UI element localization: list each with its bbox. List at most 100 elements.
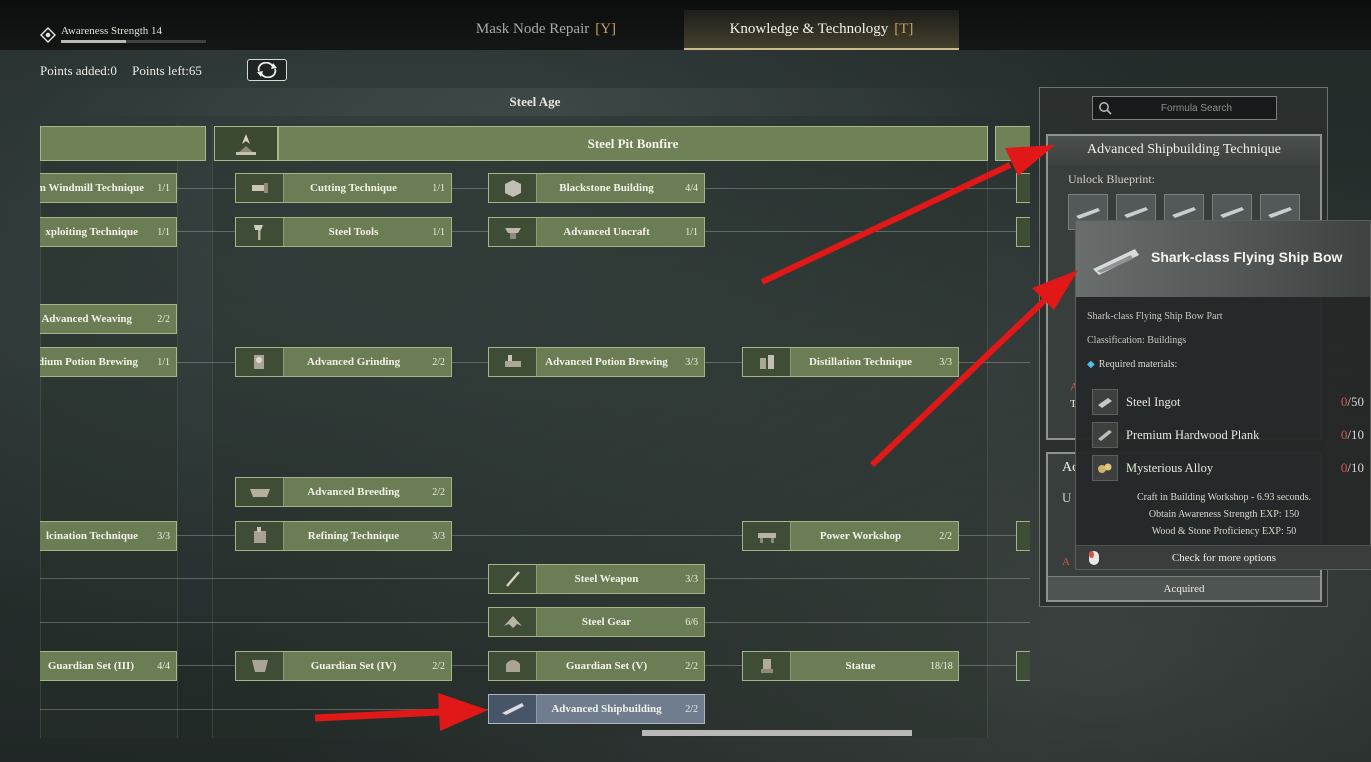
node-count: 3/3 xyxy=(939,356,952,368)
tech-node-cutting-technique[interactable]: Cutting Technique 1/1 xyxy=(235,173,452,203)
tech-node-stub[interactable] xyxy=(1016,217,1030,247)
card-label: U xyxy=(1062,490,1072,505)
node-count: 3/3 xyxy=(685,573,698,585)
node-count: 1/1 xyxy=(685,226,698,238)
gauntlet-icon xyxy=(489,608,537,636)
node-count: 1/1 xyxy=(157,182,170,194)
awareness-icon xyxy=(40,27,56,43)
node-label: Steel Gear xyxy=(581,616,632,628)
tab-label: Knowledge & Technology xyxy=(729,21,889,37)
stone-block-icon xyxy=(489,174,537,202)
tech-tree: Steel Age Steel Pit Bonfire ium Windmill… xyxy=(40,88,1030,738)
sword-icon xyxy=(489,565,537,593)
node-label: ium Windmill Technique xyxy=(40,182,144,194)
tooltip-footer[interactable]: Check for more options xyxy=(1076,545,1371,569)
node-count: 4/4 xyxy=(157,660,170,672)
armor-icon xyxy=(236,652,284,680)
material-row: Premium Hardwood Plank 0/10 xyxy=(1092,421,1364,449)
tech-node[interactable]: lcination Technique 3/3 xyxy=(40,521,177,551)
tech-node-advanced-uncraft[interactable]: Advanced Uncraft 1/1 xyxy=(488,217,705,247)
awareness-strength-label: Awareness Strength 14 xyxy=(61,25,163,37)
tab-mask-node-repair[interactable]: Mask Node Repair [Y] xyxy=(430,10,662,50)
tech-node-advanced-shipbuilding[interactable]: Advanced Shipbuilding 2/2 xyxy=(488,694,705,724)
awareness-progress-fill xyxy=(61,40,127,43)
node-count: 3/3 xyxy=(157,530,170,542)
node-icon-box xyxy=(1017,522,1030,550)
tech-node-power-workshop[interactable]: Power Workshop 2/2 xyxy=(742,521,959,551)
node-count: 2/2 xyxy=(939,530,952,542)
tech-node[interactable]: dium Potion Brewing 1/1 xyxy=(40,347,177,377)
mouse-icon xyxy=(1076,550,1112,566)
peek-text: A xyxy=(1062,556,1070,568)
exp-awareness: Obtain Awareness Strength EXP: 150 xyxy=(1148,509,1300,520)
tab-knowledge-technology[interactable]: Knowledge & Technology [T] xyxy=(684,10,959,50)
material-row: Steel Ingot 0/50 xyxy=(1092,388,1364,416)
node-label: Guardian Set (V) xyxy=(565,660,648,672)
tech-node-statue[interactable]: Statue 18/18 xyxy=(742,651,959,681)
node-label: dium Potion Brewing xyxy=(40,356,138,368)
tech-node-stub[interactable] xyxy=(1016,651,1030,681)
more-options-label: Check for more options xyxy=(1171,551,1277,564)
workbench-icon xyxy=(743,522,791,550)
exp-wood-stone: Wood & Stone Proficiency EXP: 50 xyxy=(1151,526,1297,537)
tech-node[interactable]: Guardian Set (III) 4/4 xyxy=(40,651,177,681)
refresh-icon xyxy=(257,62,277,78)
node-count: 1/1 xyxy=(157,226,170,238)
tech-node-refining-technique[interactable]: Refining Technique 3/3 xyxy=(235,521,452,551)
tech-title: Advanced Shipbuilding Technique xyxy=(1048,136,1320,166)
search-icon xyxy=(1093,101,1117,115)
tech-node-advanced-potion-brewing[interactable]: Advanced Potion Brewing 3/3 xyxy=(488,347,705,377)
node-count: 2/2 xyxy=(432,356,445,368)
node-count: 4/4 xyxy=(685,182,698,194)
tech-node[interactable]: Advanced Weaving 2/2 xyxy=(40,304,177,334)
tech-node-steel-weapon[interactable]: Steel Weapon 3/3 xyxy=(488,564,705,594)
node-label: Power Workshop xyxy=(819,530,902,542)
prev-age-bar xyxy=(40,126,206,161)
unlock-blueprint-label: Unlock Blueprint: xyxy=(1068,172,1155,186)
node-count: 2/2 xyxy=(685,703,698,715)
tech-node-stub[interactable] xyxy=(1016,521,1030,551)
material-row: Mysterious Alloy 0/10 xyxy=(1092,454,1364,482)
tech-node-advanced-breeding[interactable]: Advanced Breeding 2/2 xyxy=(235,477,452,507)
ingot-icon xyxy=(1092,389,1118,415)
ship-part-icon xyxy=(1172,207,1196,218)
tech-node[interactable]: xploiting Technique 1/1 xyxy=(40,217,177,247)
axe-icon xyxy=(236,218,284,246)
node-label: Advanced Grinding xyxy=(306,356,401,368)
tab-hotkey: [Y] xyxy=(595,21,617,37)
reset-points-button[interactable] xyxy=(247,59,287,81)
node-label: Refining Technique xyxy=(307,530,400,542)
steel-pit-bonfire-bar[interactable]: Steel Pit Bonfire xyxy=(278,126,988,161)
tech-node-steel-gear[interactable]: Steel Gear 6/6 xyxy=(488,607,705,637)
tech-node-advanced-grinding[interactable]: Advanced Grinding 2/2 xyxy=(235,347,452,377)
tab-label: Mask Node Repair xyxy=(475,21,590,37)
required-materials-label: ◆ Required materials: xyxy=(1087,359,1177,370)
tech-node-steel-tools[interactable]: Steel Tools 1/1 xyxy=(235,217,452,247)
node-count: 2/2 xyxy=(685,660,698,672)
ship-part-icon xyxy=(1220,207,1244,218)
tech-node-blackstone-building[interactable]: Blackstone Building 4/4 xyxy=(488,173,705,203)
ship-bow-icon xyxy=(1086,233,1146,285)
item-classification: Classification: Buildings xyxy=(1087,335,1187,346)
tech-node-guardian-set-iv[interactable]: Guardian Set (IV) 2/2 xyxy=(235,651,452,681)
horizontal-scrollbar[interactable] xyxy=(642,730,912,736)
node-label: Steel Tools xyxy=(328,226,379,238)
tech-node[interactable]: ium Windmill Technique 1/1 xyxy=(40,173,177,203)
brewing-stand-icon xyxy=(489,348,537,376)
tech-node-guardian-set-v[interactable]: Guardian Set (V) 2/2 xyxy=(488,651,705,681)
node-count: 3/3 xyxy=(685,356,698,368)
node-count: 2/2 xyxy=(432,486,445,498)
node-label: Distillation Technique xyxy=(808,356,912,368)
item-description: Shark-class Flying Ship Bow Part xyxy=(1087,311,1223,322)
grinder-icon xyxy=(236,348,284,376)
age-title: Steel Age xyxy=(40,88,1030,116)
material-need: /50 xyxy=(1347,394,1364,409)
node-icon-box xyxy=(1017,652,1030,680)
node-label: Statue xyxy=(845,660,876,672)
tech-node-distillation-technique[interactable]: Distillation Technique 3/3 xyxy=(742,347,959,377)
tab-hotkey: [T] xyxy=(894,21,914,37)
tech-node-stub[interactable] xyxy=(1016,173,1030,203)
bonfire-icon xyxy=(236,133,256,155)
formula-search-input[interactable]: Formula Search xyxy=(1092,96,1277,120)
node-label: Advanced Uncraft xyxy=(563,226,650,238)
